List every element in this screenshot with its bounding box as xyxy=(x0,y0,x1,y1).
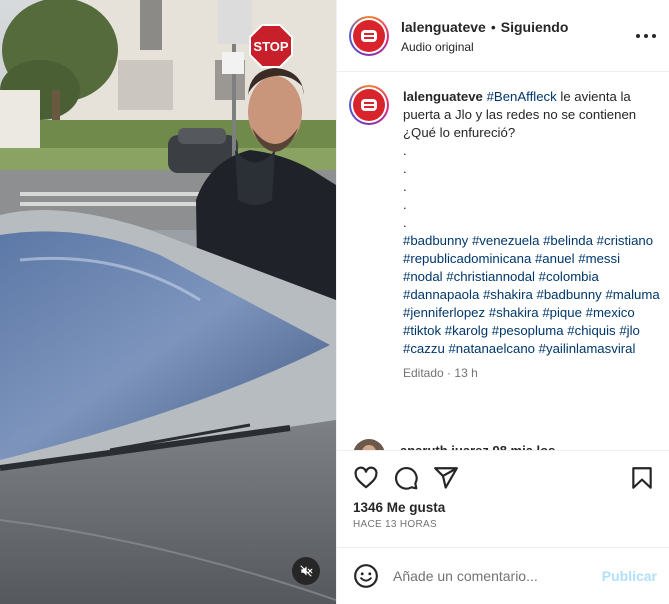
bookmark-icon xyxy=(632,467,652,489)
hashtag-link[interactable]: #nodal xyxy=(403,269,443,284)
likes-count[interactable]: 1346 Me gusta xyxy=(353,500,445,515)
hashtag-link[interactable]: #cristiano xyxy=(597,233,653,248)
video-frame: STOP xyxy=(0,0,336,604)
emoji-icon xyxy=(354,564,378,588)
hashtag-link[interactable]: #jlo xyxy=(619,323,640,338)
author-avatar[interactable] xyxy=(349,16,389,56)
hashtag-list: #badbunny #venezuela #belinda #cristiano… xyxy=(403,232,661,358)
edited-separator: · xyxy=(447,366,452,380)
comment-input[interactable] xyxy=(393,564,593,588)
post-comment-button[interactable]: Publicar xyxy=(602,568,657,584)
edited-meta: Editado · 13 h xyxy=(403,364,661,382)
more-options-button[interactable] xyxy=(636,26,656,46)
caption-avatar[interactable] xyxy=(349,85,389,125)
muted-speaker-icon xyxy=(300,565,313,577)
hashtag-link[interactable]: #natanaelcano xyxy=(448,341,535,356)
brand-logo xyxy=(353,20,385,52)
post-header: lalenguateve • Siguiendo Audio original xyxy=(337,0,669,72)
hashtag-link[interactable]: #chiquis xyxy=(567,323,615,338)
caption-dots: . . . . . xyxy=(403,143,407,230)
comment-button[interactable] xyxy=(393,465,419,491)
share-button[interactable] xyxy=(433,465,459,491)
hashtag-link[interactable]: #christiannodal xyxy=(446,269,535,284)
hashtag-link[interactable]: #tiktok xyxy=(403,323,441,338)
post-caption: lalenguateve #BenAffleck le avienta la p… xyxy=(403,88,661,382)
edited-label: Editado xyxy=(403,366,444,380)
hashtag-link[interactable]: #colombia xyxy=(539,269,599,284)
hashtag-link[interactable]: #messi xyxy=(578,251,620,266)
post-actions: 1346 Me gusta HACE 13 HORAS xyxy=(337,450,669,546)
send-icon xyxy=(434,467,458,489)
video-player[interactable]: STOP xyxy=(0,0,336,604)
tongue-logo-icon xyxy=(361,30,377,42)
like-button[interactable] xyxy=(353,465,379,491)
more-icon xyxy=(636,34,640,38)
hashtag-link[interactable]: #anuel xyxy=(535,251,575,266)
post-body: lalenguateve #BenAffleck le avienta la p… xyxy=(337,73,669,451)
hashtag-link[interactable]: #venezuela xyxy=(472,233,539,248)
edited-time[interactable]: 13 h xyxy=(454,366,477,380)
emoji-button[interactable] xyxy=(353,563,379,589)
following-button[interactable]: Siguiendo xyxy=(501,19,569,35)
author-username[interactable]: lalenguateve xyxy=(401,19,486,35)
separator-dot: • xyxy=(490,19,496,35)
hashtag-link[interactable]: #badbunny xyxy=(536,287,601,302)
tongue-logo-icon xyxy=(361,99,377,111)
hashtag-link[interactable]: #mexico xyxy=(586,305,635,320)
hashtag-link[interactable]: #maluma xyxy=(605,287,659,302)
hashtag-link[interactable]: #shakira xyxy=(489,305,539,320)
hashtag-link[interactable]: #pique xyxy=(542,305,582,320)
caption-username[interactable]: lalenguateve xyxy=(403,89,483,104)
mention-link[interactable]: #BenAffleck xyxy=(487,89,557,104)
hashtag-link[interactable]: #karolg xyxy=(445,323,488,338)
hashtag-link[interactable]: #jenniferlopez xyxy=(403,305,485,320)
hashtag-link[interactable]: #yailinlamasviral xyxy=(539,341,636,356)
hashtag-link[interactable]: #dannapaola xyxy=(403,287,479,302)
save-button[interactable] xyxy=(629,465,655,491)
mute-button[interactable] xyxy=(292,557,320,585)
add-comment-bar: Publicar xyxy=(337,547,669,604)
hashtag-link[interactable]: #badbunny xyxy=(403,233,468,248)
hashtag-link[interactable]: #pesopluma xyxy=(492,323,564,338)
header-user-line: lalenguateve • Siguiendo xyxy=(401,19,568,35)
audio-link[interactable]: Audio original xyxy=(401,40,474,54)
post-timestamp[interactable]: HACE 13 HORAS xyxy=(353,519,437,530)
stop-sign-text: STOP xyxy=(253,39,288,54)
comment-icon xyxy=(395,467,418,490)
heart-icon xyxy=(354,466,378,489)
post-panel: lalenguateve • Siguiendo Audio original la… xyxy=(336,0,669,604)
hashtag-link[interactable]: #belinda xyxy=(543,233,593,248)
hashtag-link[interactable]: #shakira xyxy=(483,287,533,302)
hashtag-link[interactable]: #republicadominicana xyxy=(403,251,531,266)
hashtag-link[interactable]: #cazzu xyxy=(403,341,445,356)
